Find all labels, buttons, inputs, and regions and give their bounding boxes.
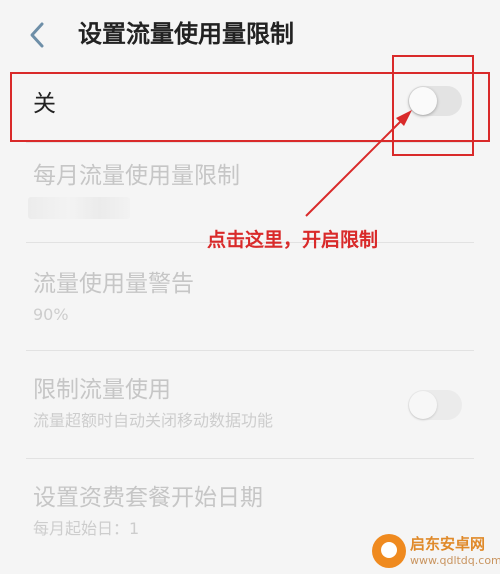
monthly-limit-value-obscured xyxy=(28,197,130,219)
usage-warning-row[interactable]: 流量使用量警告 90% xyxy=(0,262,500,348)
limit-usage-title: 限制流量使用 xyxy=(33,377,171,403)
master-switch-label: 关 xyxy=(33,91,56,117)
watermark-logo-icon xyxy=(372,534,406,568)
toggle-knob xyxy=(409,87,437,115)
limit-usage-subtitle: 流量超额时自动关闭移动数据功能 xyxy=(33,411,274,430)
master-switch-toggle[interactable] xyxy=(408,86,462,116)
page-title: 设置流量使用量限制 xyxy=(78,20,294,48)
divider xyxy=(26,458,474,459)
annotation-text: 点击这里，开启限制 xyxy=(207,229,379,251)
divider xyxy=(26,142,474,143)
watermark: 启东安卓网 www.qdltdq.com xyxy=(372,530,500,574)
usage-warning-value: 90% xyxy=(33,305,69,324)
monthly-limit-title: 每月流量使用量限制 xyxy=(33,163,240,189)
app-header: 设置流量使用量限制 xyxy=(0,0,500,70)
billing-start-title: 设置资费套餐开始日期 xyxy=(33,485,263,511)
limit-usage-toggle[interactable] xyxy=(408,390,462,420)
divider xyxy=(26,350,474,351)
chevron-left-icon[interactable] xyxy=(24,18,52,52)
watermark-url: www.qdltdq.com xyxy=(410,554,500,567)
usage-warning-title: 流量使用量警告 xyxy=(33,271,194,297)
master-switch-row[interactable]: 关 xyxy=(0,74,500,142)
billing-start-subtitle: 每月起始日：1 xyxy=(33,519,140,538)
toggle-knob xyxy=(409,391,437,419)
watermark-brand: 启东安卓网 xyxy=(410,535,486,553)
